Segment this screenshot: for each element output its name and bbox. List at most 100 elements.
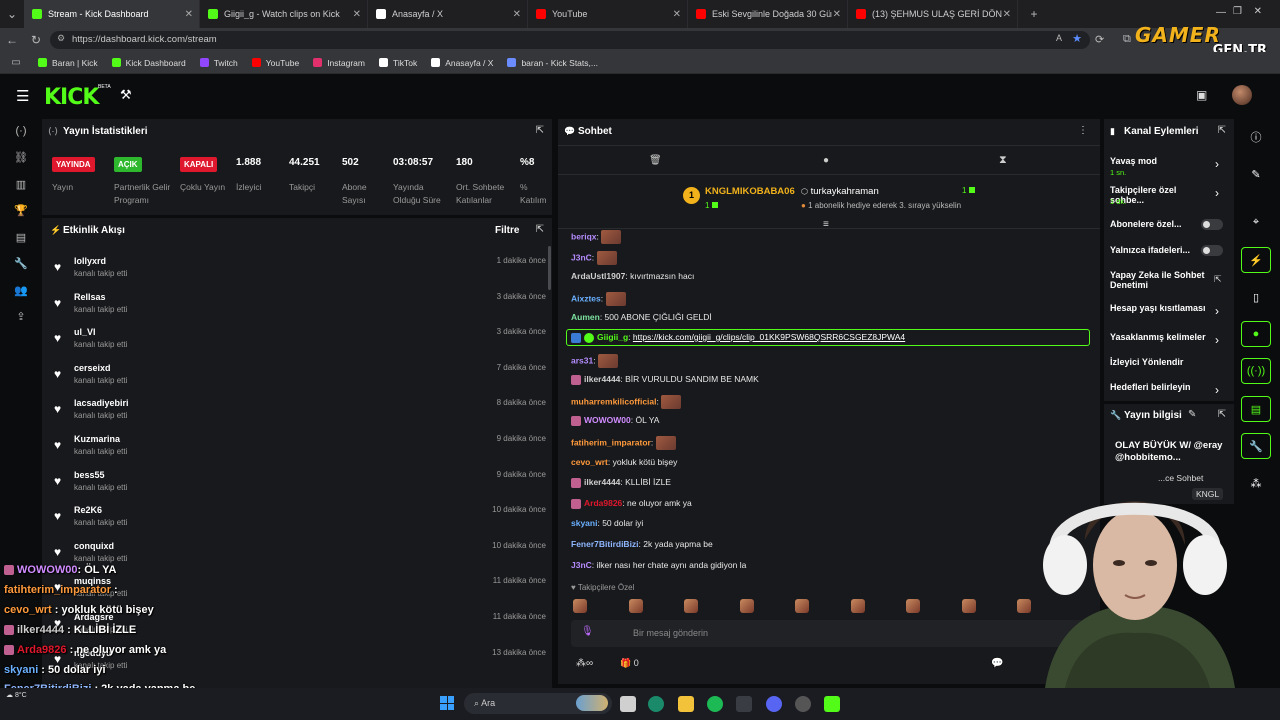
discord-icon[interactable] bbox=[766, 696, 782, 712]
activity-item[interactable]: ♥ Re2K6 kanalı takip etti 10 dakika önce bbox=[48, 505, 550, 541]
chevron-right-icon[interactable]: › bbox=[1215, 157, 1219, 171]
chat-username[interactable]: Aumen bbox=[571, 312, 600, 322]
chat-username[interactable]: J3nC bbox=[571, 560, 592, 570]
actions-popout-icon[interactable]: ⇱ bbox=[1218, 125, 1226, 136]
chat-username[interactable]: WOWOW00 bbox=[584, 415, 631, 425]
chevron-right-icon[interactable]: › bbox=[1215, 333, 1219, 347]
start-button[interactable] bbox=[440, 696, 454, 710]
mic-icon[interactable]: 🎙 bbox=[581, 626, 594, 637]
channel-action-8[interactable]: Hedefleri belirleyin bbox=[1110, 382, 1210, 392]
task-view-icon[interactable] bbox=[620, 696, 636, 712]
activity-item[interactable]: ♥ conquixd kanalı takip etti 10 dakika önce bbox=[48, 541, 550, 577]
upload-icon[interactable]: ⇪ bbox=[0, 304, 42, 331]
trophy-icon[interactable]: 🏆 bbox=[0, 198, 42, 225]
apps-icon[interactable]: ▭ bbox=[4, 57, 28, 68]
tab-close-icon[interactable]: ✕ bbox=[673, 9, 681, 20]
tab-close-icon[interactable]: ✕ bbox=[1003, 9, 1011, 20]
kick-logo[interactable]: KICK bbox=[44, 85, 99, 110]
emote-4-icon[interactable] bbox=[795, 599, 809, 613]
toggle-switch[interactable] bbox=[1201, 219, 1223, 230]
chat-username[interactable]: fatiherim_imparator bbox=[571, 437, 651, 447]
channel-action-5[interactable]: Hesap yaşı kısıtlaması bbox=[1110, 303, 1210, 313]
tab-5[interactable]: (13) ŞEHMUS ULAŞ GERİ DÖNDÜ...✕ bbox=[848, 0, 1018, 28]
points-icon[interactable]: ⁂∞ bbox=[576, 658, 593, 669]
close-window-icon[interactable]: ✕ bbox=[1254, 6, 1262, 17]
chat-username[interactable]: Fener7BitirdiBizi bbox=[571, 539, 639, 549]
pencil-icon[interactable]: ✎ bbox=[1241, 161, 1271, 187]
steam-icon[interactable] bbox=[795, 696, 811, 712]
info-icon[interactable]: ⓘ bbox=[1241, 124, 1271, 150]
chevron-right-icon[interactable]: › bbox=[1215, 383, 1219, 397]
chat-username[interactable]: ilker4444 bbox=[584, 374, 620, 384]
chat-message[interactable]: ArdaUstl1907: kıvırtmazsın hacı bbox=[571, 271, 694, 281]
tab-2[interactable]: Anasayfa / X ✕ bbox=[368, 0, 528, 28]
weather-widget[interactable]: ☁ 8°C bbox=[6, 691, 27, 699]
chat-message[interactable]: Arda9826: ne oluyor amk ya bbox=[571, 498, 692, 509]
bookmark-4[interactable]: Instagram bbox=[313, 58, 365, 68]
kick-app-icon[interactable] bbox=[824, 696, 840, 712]
bookmark-6[interactable]: Anasayfa / X bbox=[431, 58, 493, 68]
external-link-icon[interactable]: ⇱ bbox=[1214, 274, 1222, 285]
wallet-icon[interactable]: ▣ bbox=[1196, 88, 1207, 102]
hourglass-icon[interactable]: ⧗ bbox=[999, 154, 1007, 167]
edge-icon[interactable] bbox=[648, 696, 664, 712]
chat-message[interactable]: Aixztes: bbox=[571, 291, 626, 306]
chat-username[interactable]: ilker4444 bbox=[584, 477, 620, 487]
toggle-switch[interactable] bbox=[1201, 245, 1223, 256]
channel-action-4[interactable]: Yapay Zeka ile Sohbet Denetimi bbox=[1110, 270, 1210, 290]
analytics-icon[interactable]: ▥ bbox=[0, 171, 42, 198]
extensions-icon[interactable]: ⧉ bbox=[1123, 33, 1131, 46]
reload-icon[interactable]: ↻ bbox=[24, 33, 48, 47]
app-icon[interactable] bbox=[736, 696, 752, 712]
maximize-icon[interactable]: ❐ bbox=[1233, 6, 1242, 17]
tab-4[interactable]: Eski Sevgilinle Doğada 30 Gün Ha...✕ bbox=[688, 0, 848, 28]
chat-message[interactable]: skyani: 50 dolar iyi bbox=[571, 518, 643, 528]
chat-message[interactable]: Fener7BitirdiBizi: 2k yada yapma be bbox=[571, 539, 713, 549]
site-info-icon[interactable]: ⚙ bbox=[57, 33, 65, 44]
tab-close-icon[interactable]: ✕ bbox=[833, 9, 841, 20]
creator-tool-icon[interactable]: ⚒ bbox=[120, 87, 132, 103]
settings-wrench-icon[interactable]: 🔧 bbox=[0, 251, 42, 278]
emote-7-icon[interactable] bbox=[961, 599, 976, 613]
activity-item[interactable]: ♥ lacsadiyebiri kanalı takip etti 8 dakika … bbox=[48, 398, 550, 434]
lightning-icon[interactable]: ⚡ bbox=[1241, 247, 1271, 273]
library-icon[interactable]: ▤ bbox=[0, 224, 42, 251]
tab-close-icon[interactable]: ✕ bbox=[513, 9, 521, 20]
gift-counter[interactable]: 🎁 0 bbox=[620, 658, 639, 669]
chat-username[interactable]: ars31 bbox=[571, 355, 593, 365]
activity-popout-icon[interactable]: ⇱ bbox=[536, 224, 544, 235]
emote-2-icon[interactable] bbox=[684, 599, 698, 613]
bookmark-3[interactable]: YouTube bbox=[251, 58, 299, 68]
channel-action-7[interactable]: İzleyici Yönlendir bbox=[1110, 357, 1210, 367]
document-icon[interactable]: ▯ bbox=[1241, 284, 1271, 310]
spotify-icon[interactable] bbox=[707, 696, 723, 712]
chat-username[interactable]: Arda9826 bbox=[584, 498, 622, 508]
bookmark-star-icon[interactable]: ★ bbox=[1072, 32, 1082, 45]
broadcast-icon[interactable]: ((·)) bbox=[1241, 358, 1271, 384]
channel-action-3[interactable]: Yalnızca ifadeleri... bbox=[1110, 245, 1200, 255]
chat-menu-icon[interactable]: ⋮ bbox=[1078, 125, 1088, 136]
chat-username[interactable]: muharremkilicofficial bbox=[571, 396, 657, 406]
chat-username[interactable]: cevo_wrt bbox=[571, 457, 608, 467]
chat-message[interactable]: Aumen: 500 ABONE ÇIĞLIĞI GELDİ bbox=[571, 312, 712, 322]
chat-username[interactable]: ArdaUstl1907 bbox=[571, 271, 625, 281]
chat-username[interactable]: J3nC bbox=[571, 252, 592, 262]
file-explorer-icon[interactable] bbox=[678, 696, 694, 712]
pinned-user-1[interactable]: KNGLMIKOBABA06 bbox=[705, 186, 795, 197]
chat-message[interactable]: beriqx: bbox=[571, 230, 622, 244]
chevron-right-icon[interactable]: › bbox=[1215, 304, 1219, 318]
activity-item[interactable]: ♥ ul_VI kanalı takip etti 3 dakika önce bbox=[48, 327, 550, 363]
minimize-icon[interactable]: — bbox=[1216, 7, 1226, 18]
back-icon[interactable]: ← bbox=[0, 33, 24, 47]
activity-item[interactable]: ♥ Rellsas kanalı takip etti 3 dakika önce bbox=[48, 292, 550, 328]
popout-icon[interactable]: ⇱ bbox=[536, 125, 544, 136]
chat-username[interactable]: skyani bbox=[571, 518, 597, 528]
chat-username[interactable]: Giigii_g bbox=[597, 332, 628, 342]
channel-action-0[interactable]: Yavaş mod bbox=[1110, 156, 1210, 166]
new-tab-button[interactable]: + bbox=[1022, 7, 1046, 21]
bookmark-5[interactable]: TikTok bbox=[378, 58, 417, 68]
trash-icon[interactable]: 🗑 bbox=[649, 155, 662, 166]
edit-icon[interactable]: ✎ bbox=[1188, 409, 1196, 420]
community-icon[interactable]: 👥 bbox=[0, 277, 42, 304]
chat-message[interactable]: J3nC: bbox=[571, 250, 617, 265]
